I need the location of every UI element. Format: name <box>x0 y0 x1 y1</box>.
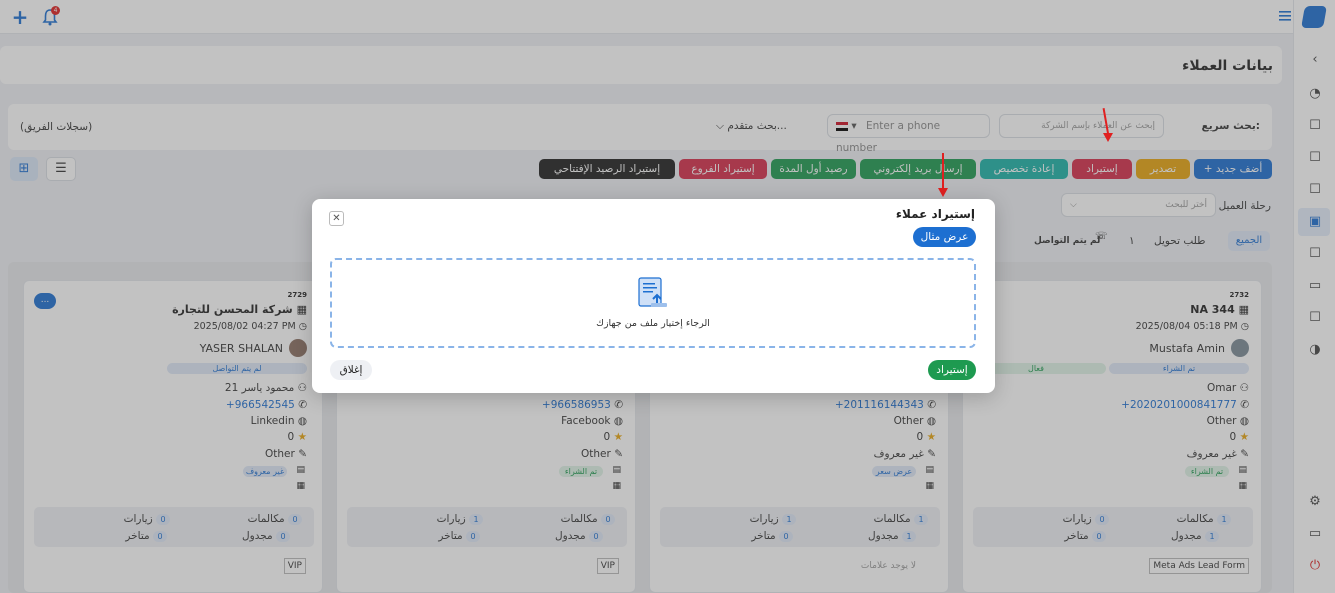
close-button[interactable]: إغلاق <box>330 360 372 380</box>
file-upload-icon <box>635 275 669 309</box>
annotation-arrowhead <box>1103 133 1113 142</box>
modal-title: إستيراد عملاء <box>895 207 975 221</box>
import-submit-button[interactable]: إستيراد <box>928 360 976 380</box>
annotation-arrow <box>942 153 944 189</box>
close-icon[interactable]: ✕ <box>329 211 344 226</box>
annotation-arrowhead <box>938 188 948 197</box>
show-example-button[interactable]: عرض مثال <box>913 227 976 247</box>
drop-zone-text: الرجاء إختيار ملف من جهازك <box>596 318 710 329</box>
